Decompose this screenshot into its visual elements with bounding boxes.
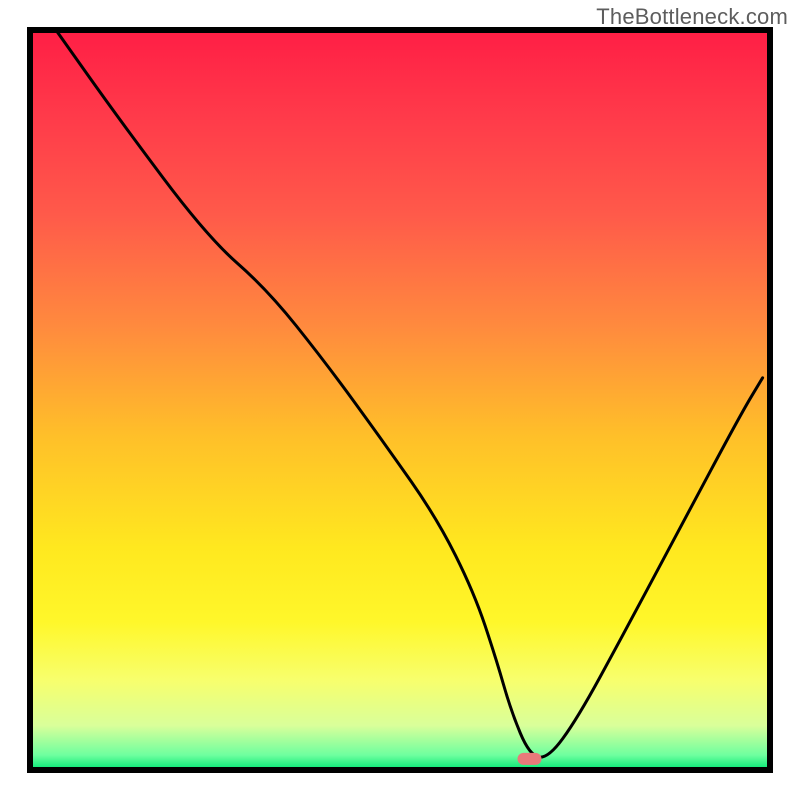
gradient-background	[30, 30, 770, 770]
watermark-text: TheBottleneck.com	[596, 4, 788, 30]
optimal-marker	[518, 753, 542, 765]
chart-container: TheBottleneck.com	[0, 0, 800, 800]
bottleneck-chart	[0, 0, 800, 800]
